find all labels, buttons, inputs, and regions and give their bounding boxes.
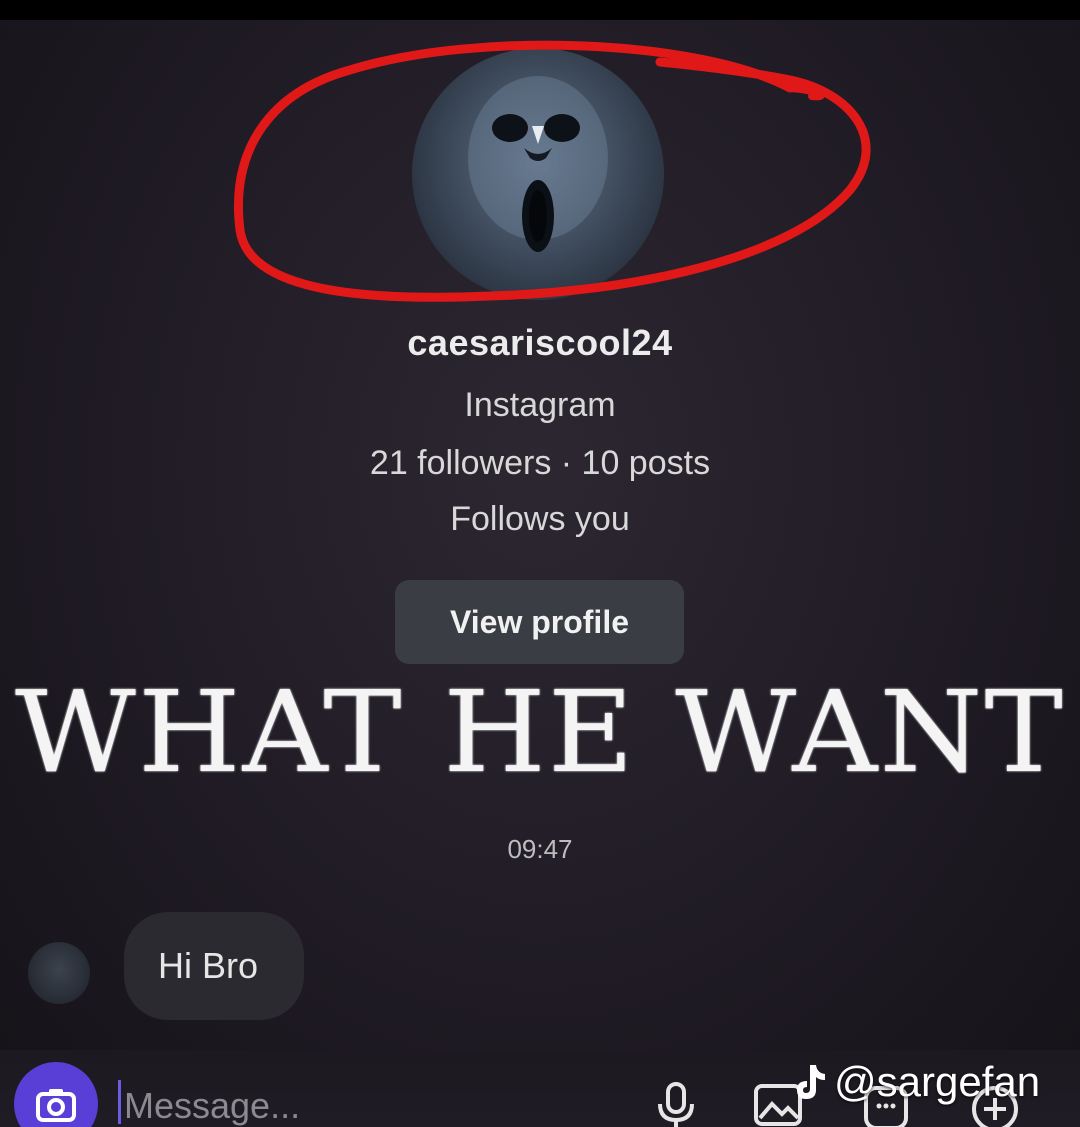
view-profile-button[interactable]: View profile — [395, 580, 684, 664]
text-cursor — [118, 1080, 121, 1124]
profile-avatar[interactable] — [412, 48, 664, 300]
follow-status: Follows you — [450, 500, 630, 538]
message-input[interactable] — [124, 1084, 564, 1127]
ghost-face-icon — [468, 76, 608, 252]
watermark-handle: @sargefan — [834, 1058, 1041, 1105]
microphone-icon[interactable] — [652, 1080, 700, 1127]
profile-username: caesariscool24 — [407, 322, 673, 363]
top-strip — [0, 0, 1080, 20]
message-bubble[interactable]: Hi Bro — [124, 912, 304, 1020]
profile-platform: Instagram — [464, 386, 616, 424]
tiktok-icon — [797, 1065, 825, 1099]
sender-avatar[interactable] — [28, 942, 90, 1004]
meme-caption: WHAT HE WANT — [14, 668, 1065, 798]
message-timestamp: 09:47 — [507, 834, 573, 864]
profile-stats: 21 followers · 10 posts — [369, 444, 711, 482]
camera-icon — [36, 1089, 76, 1122]
screenshot: caesariscool24 Instagram 21 followers · … — [0, 0, 1080, 1127]
tiktok-watermark: @sargefan — [790, 1052, 1040, 1112]
